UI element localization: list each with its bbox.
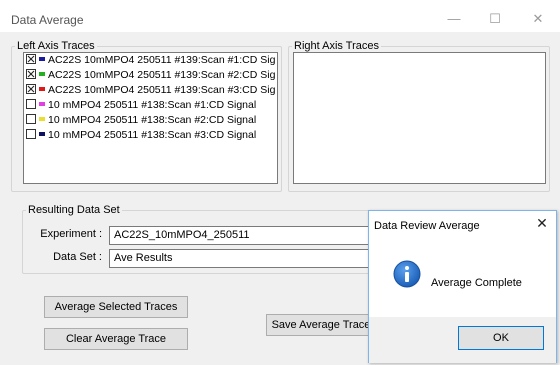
window-title: Data Average xyxy=(11,13,84,27)
title-bar: Data Average — ☐ ✕ xyxy=(0,6,560,32)
dialog-title: Data Review Average xyxy=(374,220,480,232)
trace-label: 10 mMPO4 250511 #138:Scan #3:CD Signal xyxy=(48,129,257,141)
checkbox-checked-icon[interactable] xyxy=(26,54,36,64)
trace-label: 10 mMPO4 250511 #138:Scan #2:CD Signal xyxy=(48,114,257,126)
experiment-field[interactable]: AC22S_10mMPO4_250511 xyxy=(109,226,374,245)
ok-button[interactable]: OK xyxy=(458,326,544,350)
close-button[interactable]: ✕ xyxy=(520,9,556,29)
background-window-edge xyxy=(90,0,300,4)
average-complete-dialog: Data Review Average ✕ Average Complete O… xyxy=(368,210,557,363)
checkbox-unchecked-icon[interactable] xyxy=(26,129,36,139)
right-axis-traces-label: Right Axis Traces xyxy=(294,40,379,52)
checkbox-checked-icon[interactable] xyxy=(26,69,36,79)
dialog-close-icon[interactable]: ✕ xyxy=(534,215,550,232)
checkbox-unchecked-icon[interactable] xyxy=(26,99,36,109)
trace-color-swatch xyxy=(39,87,45,91)
experiment-label: Experiment : xyxy=(40,228,102,240)
left-axis-traces-list[interactable]: AC22S 10mMPO4 250511 #139:Scan #1:CD Sig… xyxy=(23,52,278,184)
trace-color-swatch xyxy=(39,72,45,76)
checkbox-unchecked-icon[interactable] xyxy=(26,114,36,124)
trace-label: AC22S 10mMPO4 250511 #139:Scan #3:CD Sig xyxy=(48,84,276,96)
trace-color-swatch xyxy=(39,102,45,106)
maximize-button[interactable]: ☐ xyxy=(477,9,513,29)
average-selected-traces-button[interactable]: Average Selected Traces xyxy=(44,296,188,318)
checkbox-checked-icon[interactable] xyxy=(26,84,36,94)
save-average-trace-button[interactable]: Save Average Trace xyxy=(266,314,376,336)
trace-list-item[interactable]: 10 mMPO4 250511 #138:Scan #2:CD Signal xyxy=(24,113,277,128)
left-axis-traces-label: Left Axis Traces xyxy=(17,40,95,52)
trace-list-item[interactable]: 10 mMPO4 250511 #138:Scan #3:CD Signal xyxy=(24,128,277,143)
dataset-field[interactable]: Ave Results xyxy=(109,249,374,268)
dialog-message: Average Complete xyxy=(431,277,522,289)
minimize-button[interactable]: — xyxy=(436,9,472,29)
trace-label: AC22S 10mMPO4 250511 #139:Scan #2:CD Sig xyxy=(48,69,276,81)
trace-label: 10 mMPO4 250511 #138:Scan #1:CD Signal xyxy=(48,99,257,111)
clear-average-trace-button[interactable]: Clear Average Trace xyxy=(44,328,188,350)
trace-list-item[interactable]: 10 mMPO4 250511 #138:Scan #1:CD Signal xyxy=(24,98,277,113)
trace-color-swatch xyxy=(39,117,45,121)
trace-color-swatch xyxy=(39,57,45,61)
trace-list-item[interactable]: AC22S 10mMPO4 250511 #139:Scan #2:CD Sig xyxy=(24,68,277,83)
trace-label: AC22S 10mMPO4 250511 #139:Scan #1:CD Sig xyxy=(48,54,276,66)
resulting-data-set-label: Resulting Data Set xyxy=(28,204,120,216)
right-axis-traces-list[interactable] xyxy=(293,52,546,184)
trace-list-item[interactable]: AC22S 10mMPO4 250511 #139:Scan #3:CD Sig xyxy=(24,83,277,98)
trace-color-swatch xyxy=(39,132,45,136)
information-icon xyxy=(393,260,421,288)
dataset-label: Data Set : xyxy=(53,251,102,263)
trace-list-item[interactable]: AC22S 10mMPO4 250511 #139:Scan #1:CD Sig xyxy=(24,53,277,68)
